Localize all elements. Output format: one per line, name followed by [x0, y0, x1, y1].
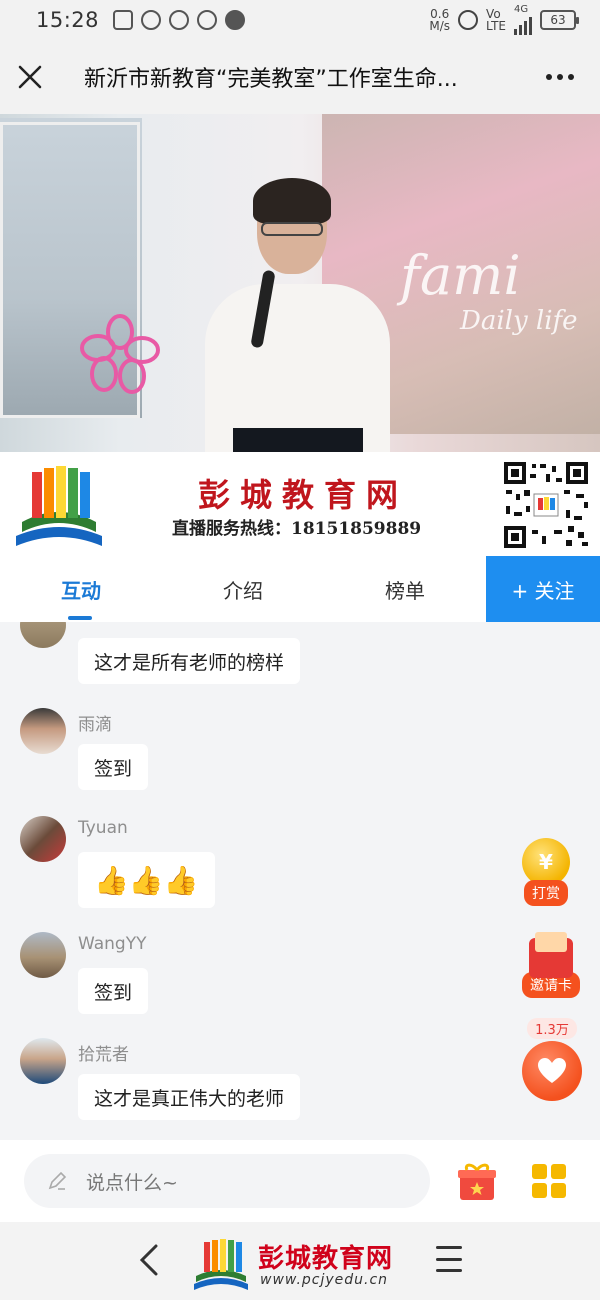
input-placeholder: 说点什么~	[86, 1171, 178, 1194]
pencil-icon	[48, 1171, 67, 1190]
net-speed-unit: M/s	[429, 19, 451, 33]
page-title: 新沂市新教育“完美教室”工作室生命...	[84, 67, 458, 92]
user-name: WangYY	[78, 934, 147, 954]
banner-site-name: 彭城教育网	[197, 476, 408, 514]
back-button[interactable]	[134, 1238, 164, 1282]
app-icon	[141, 10, 162, 30]
tab-introduction[interactable]: 介绍	[162, 556, 324, 622]
invite-card-icon	[529, 932, 573, 978]
browser-icon	[169, 10, 190, 30]
chat-message: Tyuan 👍👍👍	[0, 816, 520, 916]
more-button[interactable]	[520, 40, 600, 114]
gift-icon[interactable]	[456, 1162, 498, 1202]
watermark-logo	[194, 1239, 248, 1290]
reward-label: 打赏	[524, 880, 568, 906]
user-avatar[interactable]	[20, 1038, 66, 1084]
chat-message: 雨滴 签到	[0, 708, 520, 808]
title-bar: 新沂市新教育“完美教室”工作室生命...	[0, 40, 600, 114]
chat-message: 拾荒者 这才是真正伟大的老师	[0, 1038, 520, 1138]
live-video[interactable]: fami Daily life	[0, 114, 600, 454]
status-right: 0.6 M/s Vo LTE 4G 63	[429, 4, 579, 35]
menu-button[interactable]	[436, 1246, 462, 1272]
heart-icon	[522, 1041, 582, 1101]
more-dots-icon	[546, 74, 552, 80]
network-type: 4G	[514, 4, 529, 15]
net-speed: 0.6 M/s	[429, 8, 450, 32]
battery-icon: 63	[540, 10, 579, 30]
message-text: 签到	[78, 968, 149, 1014]
chat-message: WangYY 签到	[0, 932, 520, 1032]
watermark-url: www.pcjyedu.cn	[260, 1272, 389, 1288]
message-text: 签到	[78, 744, 149, 790]
user-avatar[interactable]	[20, 816, 66, 862]
flower-decoration	[80, 314, 160, 394]
tab-ranking[interactable]: 榜单	[324, 556, 486, 622]
message-text: 这才是所有老师的榜样	[78, 638, 301, 684]
user-avatar[interactable]	[20, 708, 66, 754]
banner-hotline: 直播服务热线：18151859889	[172, 519, 422, 539]
user-name: 雨滴	[78, 715, 112, 735]
close-icon	[18, 65, 42, 89]
qr-code[interactable]	[502, 460, 590, 550]
message-text: 这才是真正伟大的老师	[78, 1074, 301, 1120]
like-count: 1.3万	[527, 1018, 577, 1039]
more-apps-icon[interactable]	[532, 1164, 566, 1198]
invite-card-button[interactable]: 邀请卡	[522, 932, 580, 998]
user-avatar[interactable]	[20, 932, 66, 978]
notification-icon	[113, 10, 134, 30]
follow-button[interactable]: + 关注	[486, 556, 600, 622]
tab-interaction[interactable]: 互动	[0, 556, 162, 622]
alarm-icon	[458, 10, 479, 30]
status-time: 15:28	[36, 8, 100, 32]
chevron-left-icon	[139, 1244, 158, 1276]
coin-icon: ¥	[522, 838, 570, 886]
speaker	[205, 178, 390, 454]
dot-icon	[225, 10, 246, 30]
ie-icon	[197, 10, 218, 30]
reward-button[interactable]: ¥ 打赏	[522, 838, 570, 906]
book-logo-icon	[16, 466, 102, 546]
system-nav-bar: 彭城教育网 www.pcjyedu.cn	[0, 1222, 600, 1300]
input-bar: 说点什么~	[0, 1140, 600, 1222]
user-name: 拾荒者	[78, 1045, 129, 1065]
close-button[interactable]	[0, 40, 60, 114]
watermark-name: 彭城教育网	[258, 1244, 394, 1274]
like-button[interactable]: 1.3万	[522, 1018, 582, 1101]
volte-indicator: Vo LTE	[486, 8, 506, 32]
script-text-2: Daily life	[460, 306, 578, 336]
notification-icons	[113, 10, 246, 30]
chat-list[interactable]: 这才是所有老师的榜样 雨滴 签到 Tyuan 👍👍👍 WangYY 签到 拾荒者…	[0, 622, 600, 1140]
volte-bottom: LTE	[486, 19, 506, 33]
signal-icon	[514, 15, 532, 35]
comment-input[interactable]: 说点什么~	[24, 1154, 430, 1208]
chat-message: 这才是所有老师的榜样	[0, 622, 520, 692]
status-bar: 15:28 0.6 M/s Vo LTE 4G 63	[0, 0, 600, 40]
message-text: 👍👍👍	[78, 852, 215, 908]
script-text-1: fami	[400, 244, 521, 307]
battery-level: 63	[550, 13, 566, 27]
user-name: Tyuan	[78, 818, 128, 838]
user-avatar[interactable]	[20, 622, 66, 648]
